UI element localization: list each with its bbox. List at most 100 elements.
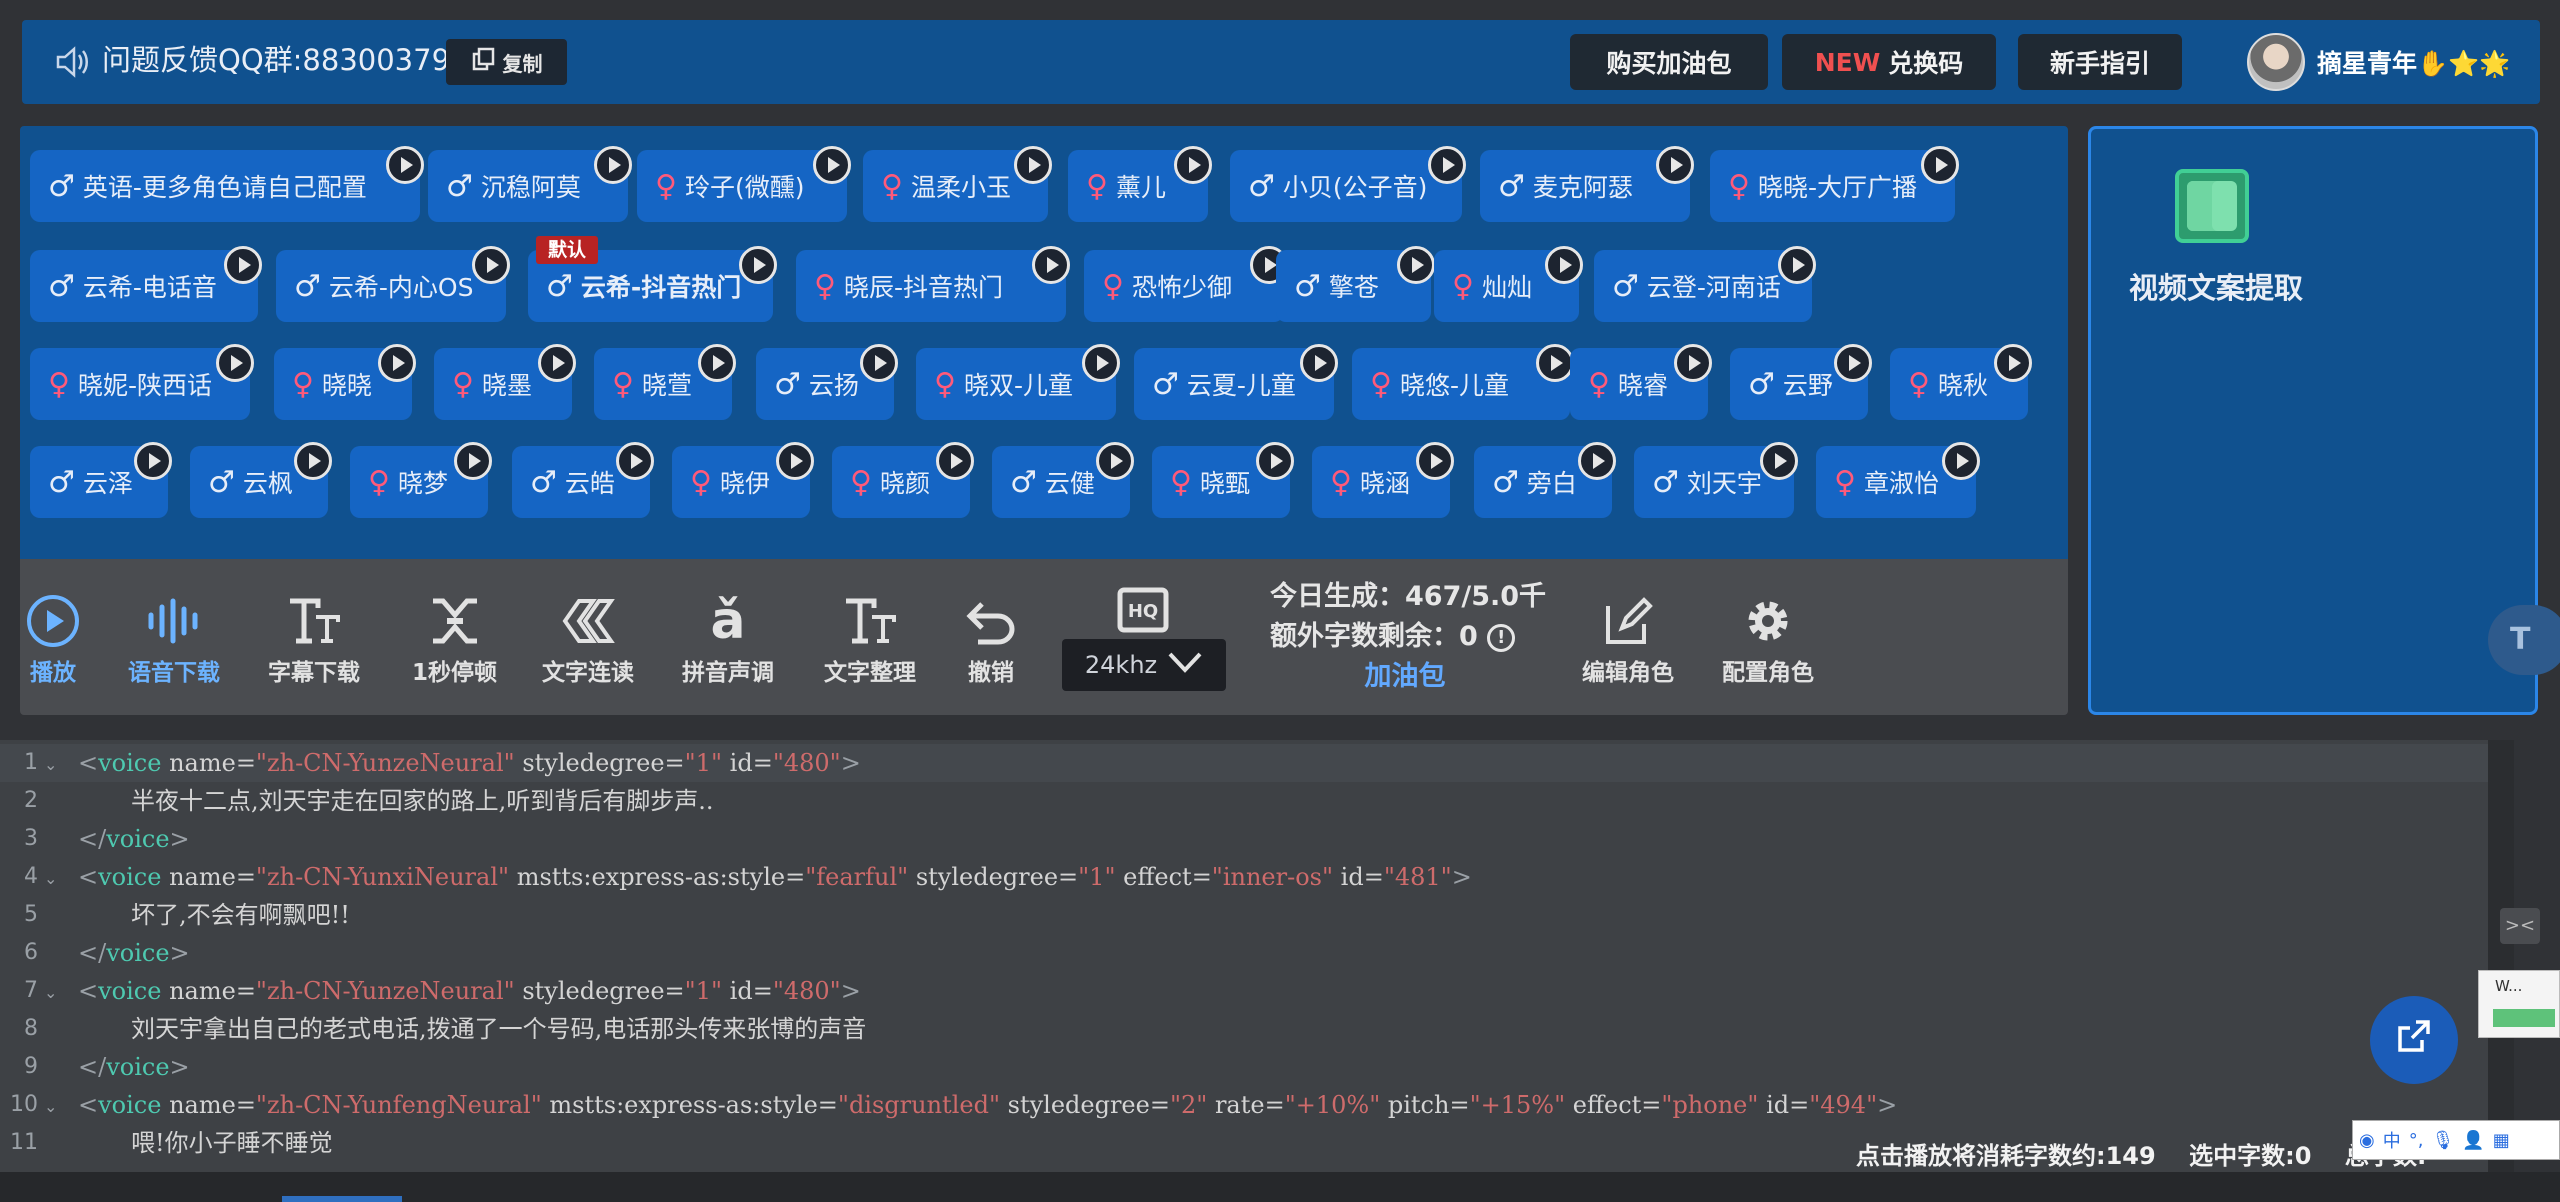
voice-chip[interactable]: ♂ 云希-内心OS (276, 246, 510, 322)
voice-chip[interactable]: ♂ 擎苍 (1276, 246, 1435, 322)
play-preview-icon[interactable] (739, 246, 777, 284)
voice-chip[interactable]: ♂ 小贝(公子音) (1230, 146, 1466, 222)
ime-toolbar[interactable]: ◉ 中 °, 🎙 👤 ▦ (2352, 1120, 2560, 1160)
voice-chip[interactable]: ♂ 云登-河南话 (1594, 246, 1816, 322)
play-preview-icon[interactable] (1760, 442, 1798, 480)
play-preview-icon[interactable] (616, 442, 654, 480)
voice-chip[interactable]: ♀ 晓睿 (1570, 344, 1712, 420)
code-line[interactable]: 6 </voice> (0, 934, 2488, 972)
play-preview-icon[interactable] (1032, 246, 1070, 284)
voice-download-button[interactable]: 语音下载 (128, 589, 220, 687)
sample-rate-select[interactable]: 24khz (1062, 639, 1226, 691)
voice-chip[interactable]: ♀ 灿灿 (1434, 246, 1583, 322)
voice-chip[interactable]: ♂ 云野 (1730, 344, 1872, 420)
fold-chevron-icon[interactable]: ⌄ (44, 974, 57, 1012)
code-line[interactable]: 7 ⌄ <voice name="zh-CN-YunzeNeural" styled… (0, 972, 2488, 1010)
voice-chip[interactable]: ♂ 旁白 (1474, 442, 1616, 518)
mini-widget[interactable]: W... (2478, 970, 2560, 1038)
voice-chip[interactable]: ♀ 晓辰-抖音热门 (796, 246, 1070, 322)
play-preview-icon[interactable] (936, 442, 974, 480)
user-profile[interactable]: 摘星青年✋⭐🌟 (2247, 30, 2510, 94)
code-line[interactable]: 10 ⌄ <voice name="zh-CN-YunfengNeural" mst… (0, 1086, 2488, 1124)
code-line[interactable]: 4 ⌄ <voice name="zh-CN-YunxiNeural" mstts:… (0, 858, 2488, 896)
play-preview-icon[interactable] (1536, 344, 1574, 382)
bottom-tab[interactable] (282, 1196, 402, 1202)
voice-chip[interactable]: ♀ 晓晓 (274, 344, 416, 420)
voice-chip[interactable]: ♀ 晓颜 (832, 442, 974, 518)
avatar[interactable] (2247, 33, 2305, 91)
play-preview-icon[interactable] (1428, 146, 1466, 184)
play-preview-icon[interactable] (134, 442, 172, 480)
play-preview-icon[interactable] (1014, 146, 1052, 184)
fold-chevron-icon[interactable]: ⌄ (44, 746, 57, 784)
play-preview-icon[interactable] (813, 146, 851, 184)
voice-chip[interactable]: ♀ 恐怖少御 (1084, 246, 1288, 322)
code-line[interactable]: 2 半夜十二点,刘天宇走在回家的路上,听到背后有脚步声.. (0, 782, 2488, 820)
voice-chip[interactable]: ♀ 晓双-儿童 (916, 344, 1120, 420)
voice-chip[interactable]: ♂ 麦克阿瑟 (1480, 146, 1694, 222)
floating-format-icon[interactable]: T (2488, 605, 2560, 675)
play-preview-icon[interactable] (1082, 344, 1120, 382)
voice-chip[interactable]: ♀ 晓萱 (594, 344, 736, 420)
copy-button[interactable]: 复制 (446, 39, 567, 85)
fold-chevron-icon[interactable]: ⌄ (44, 860, 57, 898)
voice-chip[interactable]: ♂ 英语-更多角色请自己配置 (30, 146, 424, 222)
voice-chip[interactable]: ♂ 云健 (992, 442, 1134, 518)
voice-chip[interactable]: ♀ 晓妮-陕西话 (30, 344, 254, 420)
play-preview-icon[interactable] (1656, 146, 1694, 184)
voice-chip[interactable]: ♀ 薰儿 (1068, 146, 1212, 222)
play-preview-icon[interactable] (472, 246, 510, 284)
voice-chip[interactable]: ♂ 云希-电话音 (30, 246, 262, 322)
play-preview-icon[interactable] (1174, 146, 1212, 184)
voice-chip[interactable]: ♀ 晓梦 (350, 442, 492, 518)
play-preview-icon[interactable] (1578, 442, 1616, 480)
play-preview-icon[interactable] (1674, 344, 1712, 382)
play-preview-icon[interactable] (1834, 344, 1872, 382)
code-line[interactable]: 9 </voice> (0, 1048, 2488, 1086)
buy-oil-pack-button[interactable]: 购买加油包 (1570, 34, 1768, 90)
play-preview-icon[interactable] (776, 442, 814, 480)
voice-chip[interactable]: ♂ 云扬 (756, 344, 898, 420)
play-preview-icon[interactable] (1416, 442, 1454, 480)
edit-role-button[interactable]: 编辑角色 (1582, 589, 1674, 687)
play-preview-icon[interactable] (224, 246, 262, 284)
voice-chip[interactable]: ♀ 章淑怡 (1816, 442, 1980, 518)
play-preview-icon[interactable] (698, 344, 736, 382)
redeem-code-button[interactable]: NEW 兑换码 (1782, 34, 1996, 90)
voice-chip[interactable]: ♀ 玲子(微醺) (637, 146, 851, 222)
voice-chip[interactable]: ♀ 晓墨 (434, 344, 576, 420)
play-preview-icon[interactable] (216, 344, 254, 382)
voice-chip[interactable]: ♂ 云希-抖音热门 默认 (528, 236, 777, 322)
voice-chip[interactable]: ♂ 云泽 (30, 442, 172, 518)
voice-chip[interactable]: ♀ 晓伊 (672, 442, 814, 518)
beginner-guide-button[interactable]: 新手指引 (2018, 34, 2182, 90)
voice-chip[interactable]: ♀ 晓秋 (1890, 344, 2032, 420)
voice-chip[interactable]: ♀ 晓甄 (1152, 442, 1294, 518)
play-preview-icon[interactable] (386, 146, 424, 184)
play-preview-icon[interactable] (1256, 442, 1294, 480)
voice-chip[interactable]: ♀ 温柔小玉 (863, 146, 1052, 222)
config-role-button[interactable]: 配置角色 (1722, 589, 1814, 687)
voice-chip[interactable]: ♂ 刘天宇 (1634, 442, 1798, 518)
voice-chip[interactable]: ♂ 云枫 (190, 442, 332, 518)
pause-1s-button[interactable]: 1秒停顿 (412, 589, 497, 687)
voice-chip[interactable]: ♀ 晓悠-儿童 (1352, 344, 1574, 420)
code-line[interactable]: 3 </voice> (0, 820, 2488, 858)
play-preview-icon[interactable] (860, 344, 898, 382)
info-icon[interactable]: ! (1487, 623, 1516, 652)
voice-chip[interactable]: ♂ 沉稳阿莫 (428, 146, 632, 222)
play-preview-icon[interactable] (1397, 246, 1435, 284)
fold-chevron-icon[interactable]: ⌄ (44, 1088, 57, 1126)
undo-button[interactable]: 撤销 (964, 589, 1018, 687)
play-preview-icon[interactable] (1921, 146, 1959, 184)
collapse-icon[interactable]: >< (2500, 908, 2540, 944)
play-preview-icon[interactable] (538, 344, 576, 382)
play-preview-icon[interactable] (594, 146, 632, 184)
voice-chip[interactable]: ♂ 云夏-儿童 (1134, 344, 1338, 420)
subtitle-download-button[interactable]: 字幕下载 (268, 589, 360, 687)
play-preview-icon[interactable] (1545, 246, 1583, 284)
play-preview-icon[interactable] (454, 442, 492, 480)
play-button[interactable]: 播放 (26, 589, 80, 687)
play-preview-icon[interactable] (1942, 442, 1980, 480)
play-preview-icon[interactable] (378, 344, 416, 382)
